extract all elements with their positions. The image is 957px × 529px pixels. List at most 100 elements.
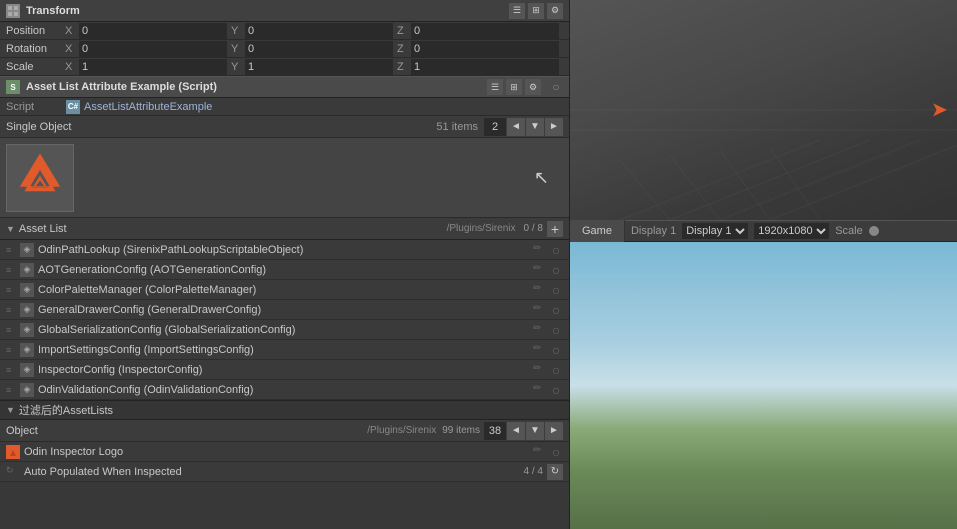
game-tab-bar: Game Display 1 Display 1 1920x1080 Scale — [570, 220, 957, 242]
asset-menu-icon[interactable]: ☰ — [487, 79, 503, 95]
prev-page-button[interactable]: ◄ — [507, 118, 525, 136]
script-file-value: AssetListAttributeExample — [84, 101, 212, 113]
position-row: Position X Y Z — [0, 22, 569, 40]
item-edit-icon[interactable]: ✏ — [533, 343, 547, 357]
resolution-select[interactable]: 1920x1080 — [754, 223, 829, 239]
rotation-x-input[interactable] — [79, 41, 227, 57]
item-edit-icon[interactable]: ✏ — [533, 243, 547, 257]
item-dot-icon[interactable]: ○ — [549, 303, 563, 317]
scale-z-input[interactable] — [411, 59, 559, 75]
script-row: Script C# AssetListAttributeExample — [0, 98, 569, 116]
rotation-y-input[interactable] — [245, 41, 393, 57]
scale-x-field: X — [65, 59, 231, 75]
item-so-icon: ◈ — [20, 363, 34, 377]
game-tab[interactable]: Game — [570, 220, 625, 242]
drag-handle[interactable]: ≡ — [6, 245, 18, 255]
object-last-button[interactable]: ► — [545, 422, 563, 440]
transform-menu-icon[interactable]: ☰ — [509, 3, 525, 19]
filter-section-header: ▼ 过滤后的AssetLists — [0, 400, 569, 420]
drag-handle[interactable]: ≡ — [6, 265, 18, 275]
list-item: ≡ ◈ OdinPathLookup (SirenixPathLookupScr… — [0, 240, 569, 260]
transform-lock-icon[interactable]: ⊞ — [528, 3, 544, 19]
item-edit-icon[interactable]: ✏ — [533, 303, 547, 317]
scale-y-input[interactable] — [245, 59, 393, 75]
scale-row: Scale X Y Z — [0, 58, 569, 76]
item-so-icon: ◈ — [20, 243, 34, 257]
position-x-input[interactable] — [79, 23, 227, 39]
odin-dot-icon[interactable]: ○ — [549, 445, 563, 459]
scale-x-input[interactable] — [79, 59, 227, 75]
item-so-icon: ◈ — [20, 343, 34, 357]
position-fields: X Y Z — [65, 23, 563, 39]
item-edit-icon[interactable]: ✏ — [533, 323, 547, 337]
drag-handle[interactable]: ≡ — [6, 325, 18, 335]
object-prev-button[interactable]: ◄ — [507, 422, 525, 440]
item-edit-icon[interactable]: ✏ — [533, 283, 547, 297]
asset-lock-icon[interactable]: ⊞ — [506, 79, 522, 95]
item-edit-icon[interactable]: ✏ — [533, 263, 547, 277]
filter-expand-icon[interactable]: ▼ — [6, 405, 15, 415]
cursor-icon: ↖ — [534, 167, 549, 188]
odin-edit-icon[interactable]: ✏ — [533, 445, 547, 459]
drag-handle[interactable]: ≡ — [6, 365, 18, 375]
rotation-z-axis: Z — [397, 43, 411, 55]
item-so-icon: ◈ — [20, 303, 34, 317]
left-panel: Transform ☰ ⊞ ⚙ Position X Y Z — [0, 0, 570, 529]
transform-gear-icon[interactable]: ⚙ — [547, 3, 563, 19]
item-dot-icon[interactable]: ○ — [549, 323, 563, 337]
item-label: ImportSettingsConfig (ImportSettingsConf… — [38, 344, 533, 356]
rotation-z-field: Z — [397, 41, 563, 57]
preview-thumbnail — [6, 144, 74, 212]
item-label: InspectorConfig (InspectorConfig) — [38, 364, 533, 376]
drag-handle[interactable]: ≡ — [6, 285, 18, 295]
last-page-button[interactable]: ► — [545, 118, 563, 136]
item-edit-icon[interactable]: ✏ — [533, 363, 547, 377]
rotation-x-field: X — [65, 41, 231, 57]
display-select[interactable]: Display 1 — [682, 223, 748, 239]
transform-icon — [6, 4, 20, 18]
auto-count: 4 / 4 — [524, 466, 543, 477]
scale-slider-dot[interactable] — [869, 226, 879, 236]
rotation-z-input[interactable] — [411, 41, 559, 57]
asset-collapse-icon[interactable]: ○ — [549, 80, 563, 94]
asset-list-expand-icon[interactable]: ▼ — [6, 224, 15, 234]
asset-gear-icon[interactable]: ⚙ — [525, 79, 541, 95]
scale-y-axis: Y — [231, 61, 245, 73]
next-page-button[interactable]: ▼ — [526, 118, 544, 136]
object-path: /Plugins/Sirenix — [66, 425, 442, 436]
drag-handle[interactable]: ≡ — [6, 305, 18, 315]
position-z-input[interactable] — [411, 23, 559, 39]
single-object-row: Single Object 51 items 2 ◄ ▼ ► — [0, 116, 569, 138]
asset-list-title: Asset List — [19, 223, 447, 235]
item-dot-icon[interactable]: ○ — [549, 263, 563, 277]
rotation-y-field: Y — [231, 41, 397, 57]
transform-title: Transform — [26, 5, 503, 17]
scale-z-field: Z — [397, 59, 563, 75]
odin-icon — [6, 445, 20, 459]
drag-handle[interactable]: ≡ — [6, 385, 18, 395]
filter-title: 过滤后的AssetLists — [19, 402, 563, 418]
item-dot-icon[interactable]: ○ — [549, 383, 563, 397]
item-dot-icon[interactable]: ○ — [549, 283, 563, 297]
auto-refresh-icon[interactable]: ↻ — [547, 464, 563, 480]
single-object-label: Single Object — [6, 121, 436, 133]
rotation-label: Rotation — [6, 43, 65, 55]
drag-handle[interactable]: ≡ — [6, 345, 18, 355]
item-label: AOTGenerationConfig (AOTGenerationConfig… — [38, 264, 533, 276]
item-so-icon: ◈ — [20, 383, 34, 397]
item-dot-icon[interactable]: ○ — [549, 363, 563, 377]
scene-bg: ➤ — [570, 0, 957, 220]
item-label: GlobalSerializationConfig (GlobalSeriali… — [38, 324, 533, 336]
add-asset-button[interactable]: + — [547, 221, 563, 237]
item-dot-icon[interactable]: ○ — [549, 343, 563, 357]
object-next-button[interactable]: ▼ — [526, 422, 544, 440]
scale-y-field: Y — [231, 59, 397, 75]
item-edit-icon[interactable]: ✏ — [533, 383, 547, 397]
position-y-input[interactable] — [245, 23, 393, 39]
item-dot-icon[interactable]: ○ — [549, 243, 563, 257]
auto-label: Auto Populated When Inspected — [24, 466, 524, 478]
scene-grid-svg — [570, 0, 957, 220]
position-y-field: Y — [231, 23, 397, 39]
asset-icon: S — [6, 80, 20, 94]
item-so-icon: ◈ — [20, 263, 34, 277]
